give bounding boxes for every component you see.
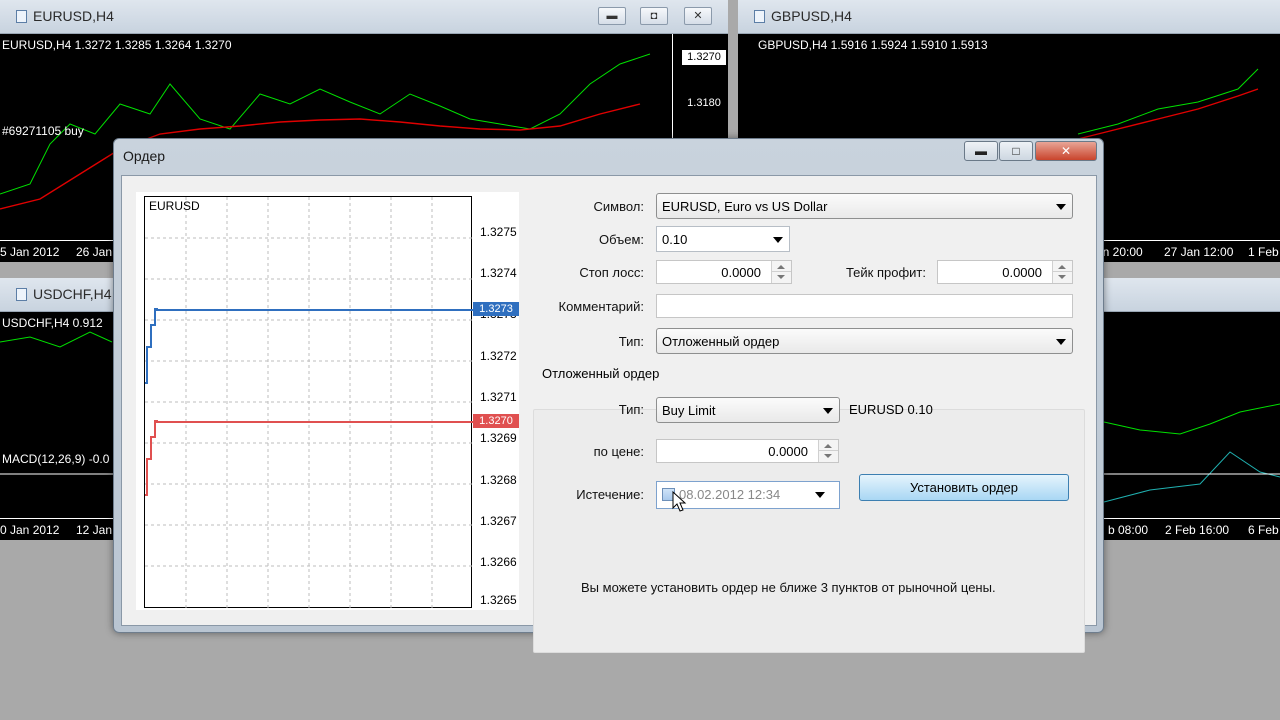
price-axis-label: 1.3274 xyxy=(480,266,517,280)
window-titlebar: GBPUSD,H4 xyxy=(738,0,1280,34)
date-label: 27 Jan 12:00 xyxy=(1164,245,1234,259)
mouse-cursor-icon xyxy=(672,491,687,512)
date-label: 0 Jan 2012 xyxy=(0,523,60,537)
chart-window-icon xyxy=(754,10,765,23)
ask-price-tag: 1.3273 xyxy=(473,302,519,316)
price-tag: 1.3270 xyxy=(682,50,726,65)
chevron-down-icon xyxy=(773,237,783,243)
minimize-button[interactable]: ▬ xyxy=(598,7,626,25)
take-profit-label: Тейк профит: xyxy=(845,265,926,280)
tick-chart: EURUSD 1.3275 1.3274 1.3273 1.3272 1.3271 1.3… xyxy=(136,192,519,610)
pending-type-select[interactable]: Buy Limit xyxy=(656,397,840,423)
order-dialog: Ордер ▬ □ ✕ EURUSD 1.3275 1.3274 1.3273 1.3… xyxy=(113,138,1104,653)
date-label: 1 Feb xyxy=(1248,245,1279,259)
price-axis-label: 1.3267 xyxy=(480,514,517,528)
tick-chart-grid xyxy=(145,197,473,609)
price-axis-label: 1.3275 xyxy=(480,225,517,239)
order-type-label: Тип: xyxy=(618,334,644,349)
stop-loss-label: Стоп лосс: xyxy=(579,265,644,280)
close-button[interactable]: ✕ xyxy=(684,7,712,25)
price-axis-label: 1.3272 xyxy=(480,349,517,363)
date-label: 6 Feb xyxy=(1248,523,1279,537)
dialog-close-button[interactable]: ✕ xyxy=(1035,141,1097,161)
order-type-value: Отложенный ордер xyxy=(662,334,780,349)
dialog-title: Ордер xyxy=(123,148,166,164)
price-spinner[interactable] xyxy=(818,440,838,462)
price-axis-label: 1.3266 xyxy=(480,555,517,569)
date-label: b 08:00 xyxy=(1108,523,1149,537)
dialog-maximize-button[interactable]: □ xyxy=(999,141,1033,161)
take-profit-spinner[interactable] xyxy=(1052,261,1072,283)
chevron-down-icon xyxy=(823,408,833,414)
window-title: EURUSD,H4 xyxy=(33,8,114,24)
tick-chart-plot: EURUSD xyxy=(144,196,473,609)
hint-text: Вы можете установить ордер не ближе 3 пу… xyxy=(581,580,996,595)
trade-label: #69271105 buy xyxy=(2,124,84,138)
window-title: USDCHF,H4 xyxy=(33,286,112,302)
pending-type-value: Buy Limit xyxy=(662,403,716,418)
date-label: 26 Jan xyxy=(76,245,113,259)
volume-select[interactable]: 0.10 xyxy=(656,226,790,252)
price-axis-label: 1.3268 xyxy=(480,473,517,487)
symbol-label: Символ: xyxy=(593,199,645,214)
price-label: по цене: xyxy=(593,444,644,459)
window-title: GBPUSD,H4 xyxy=(771,8,852,24)
stop-loss-field[interactable]: 0.0000 xyxy=(656,260,792,284)
take-profit-value: 0.0000 xyxy=(1002,265,1042,280)
chart-info: EURUSD,H4 1.3272 1.3285 1.3264 1.3270 xyxy=(2,38,232,52)
bid-price-tag: 1.3270 xyxy=(473,414,519,428)
date-label: 12 Jan xyxy=(76,523,113,537)
date-label: 5 Jan 2012 xyxy=(0,245,60,259)
comment-label: Комментарий: xyxy=(558,299,645,314)
price-level: 1.3180 xyxy=(687,97,721,109)
comment-field[interactable] xyxy=(656,294,1073,318)
order-type-select[interactable]: Отложенный ордер xyxy=(656,328,1073,354)
symbol-select-value: EURUSD, Euro vs US Dollar xyxy=(662,199,828,214)
dialog-body: EURUSD 1.3275 1.3274 1.3273 1.3272 1.3271 1.3… xyxy=(121,175,1097,653)
chart-info: GBPUSD,H4 1.5916 1.5924 1.5910 1.5913 xyxy=(758,38,988,52)
place-order-button[interactable]: Установить ордер xyxy=(859,474,1069,501)
maximize-button[interactable]: ◘ xyxy=(640,7,668,25)
chart-window-icon xyxy=(16,288,27,301)
chevron-down-icon xyxy=(815,492,825,498)
symbol-select[interactable]: EURUSD, Euro vs US Dollar xyxy=(656,193,1073,219)
stop-loss-spinner[interactable] xyxy=(771,261,791,283)
volume-select-value: 0.10 xyxy=(662,232,688,247)
pending-type-label: Тип: xyxy=(618,402,644,417)
expiry-label: Истечение: xyxy=(576,487,644,502)
price-field[interactable]: 0.0000 xyxy=(656,439,839,463)
volume-label: Объем: xyxy=(598,232,644,247)
stop-loss-value: 0.0000 xyxy=(721,265,761,280)
expiry-date-value: 08.02.2012 12:34 xyxy=(679,487,781,502)
price-axis-label: 1.3271 xyxy=(480,390,517,404)
price-axis-label: 1.3269 xyxy=(480,431,517,445)
chart-info: USDCHF,H4 0.912 xyxy=(2,316,103,330)
price-value: 0.0000 xyxy=(768,444,808,459)
pending-type-info: EURUSD 0.10 xyxy=(849,402,933,417)
chart-window-icon xyxy=(16,10,27,23)
price-axis-label: 1.3265 xyxy=(480,593,517,607)
take-profit-field[interactable]: 0.0000 xyxy=(937,260,1073,284)
indicator-label: MACD(12,26,9) -0.0 xyxy=(2,452,110,466)
chevron-down-icon xyxy=(1056,339,1066,345)
chevron-down-icon xyxy=(1056,204,1066,210)
pending-order-group-title: Отложенный ордер xyxy=(540,366,662,381)
tick-chart-symbol: EURUSD xyxy=(149,199,200,213)
date-label: 2 Feb 16:00 xyxy=(1165,523,1230,537)
dialog-minimize-button[interactable]: ▬ xyxy=(964,141,998,161)
